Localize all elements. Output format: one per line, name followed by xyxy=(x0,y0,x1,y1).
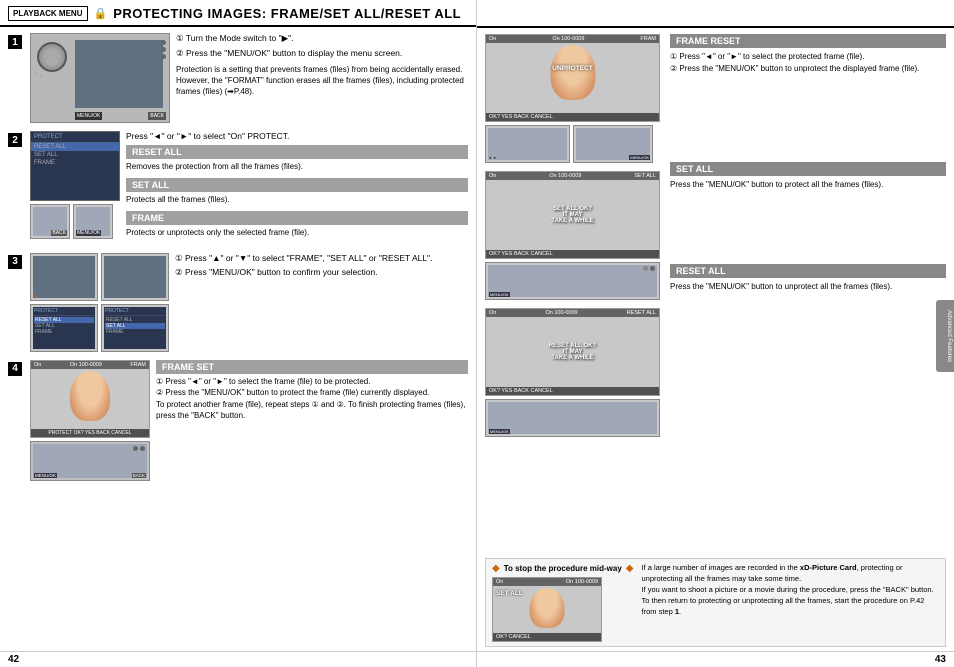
stop-photo: On On 100-0009 SET ALL OK? CANCEL xyxy=(492,577,602,642)
stop-set-all-label: SET ALL xyxy=(496,590,523,597)
step2-menu-screen: PROTECT RESET ALL SET ALL FRAME xyxy=(30,131,120,201)
set-all-section-header: SET ALL xyxy=(670,162,946,176)
set-all-section: SET ALL Press the "MENU/OK" button to pr… xyxy=(670,162,946,191)
frame-reset-section-header: FRAME RESET xyxy=(670,34,946,48)
stop-overlay: OK? CANCEL xyxy=(493,633,601,641)
set-all-cam: MENU/OK xyxy=(485,262,660,300)
page-number-left: 42 xyxy=(0,651,476,667)
set-all-header: SET ALL xyxy=(126,178,468,192)
diamond2-icon: ◆ xyxy=(626,563,634,574)
step-2-number: 2 xyxy=(8,133,22,147)
reset-all-cam: MENU/OK xyxy=(485,399,660,437)
step-4-row: 4 On On 100-0009 FRAM PROTECT OK? YES BA… xyxy=(8,360,468,481)
reset-all-section-text: Press the "MENU/OK" button to unprotect … xyxy=(670,281,946,293)
step1-camera-image: ↑ ↓ MENU/OK BACK xyxy=(30,33,170,123)
reset-all-header: RESET ALL xyxy=(126,145,468,159)
step-4-right: FRAME SET ① Press "◄" or "►" to select t… xyxy=(156,360,468,481)
step-2-content: PROTECT RESET ALL SET ALL FRAME BACK xyxy=(30,131,468,245)
step-1-number: 1 xyxy=(8,35,22,49)
step4-frame-label: FRAM xyxy=(130,362,146,368)
reset-all-photo-block: On On 100-0009 RESET ALL RESET ALL OK? I… xyxy=(485,308,660,437)
set-all-desc: Protects all the frames (files). xyxy=(126,194,468,205)
step4-topbar-left: On xyxy=(34,362,41,368)
reset-all-photo-overlay: OK? YES BACK CANCEL xyxy=(486,387,659,395)
step-1-content: ↑ ↓ MENU/OK BACK ① Turn the Mode switch … xyxy=(30,33,468,123)
step-1-text: ① Turn the Mode switch to "▶". ② Press t… xyxy=(176,33,468,123)
step4-protect-overlay: PROTECT OK? YES BACK CANCEL xyxy=(31,429,149,437)
right-text-col: FRAME RESET ① Press "◄" or "►" to select… xyxy=(670,34,946,552)
frame-reset-cam1: ◄ ► xyxy=(485,125,570,163)
reset-all-section-header: RESET ALL xyxy=(670,264,946,278)
unprotect-label: UNPROTECT xyxy=(486,65,659,72)
reset-all-topbar: On On 100-0009 RESET ALL xyxy=(486,309,659,317)
set-all-topbar: On On 100-0009 SET ALL xyxy=(486,172,659,180)
step-3-number: 3 xyxy=(8,255,22,269)
frame-desc: Protects or unprotects only the selected… xyxy=(126,227,468,238)
step-3-content: ↑↓ PROTECT RESET ALL SET ALL FRAME xyxy=(30,253,468,352)
step-4-content: On On 100-0009 FRAM PROTECT OK? YES BACK… xyxy=(30,360,468,481)
diamond-icon: ◆ xyxy=(492,563,500,574)
set-all-photo: On On 100-0009 SET ALL SET ALL OK? IT MA… xyxy=(485,171,660,259)
reset-all-section: RESET ALL Press the "MENU/OK" button to … xyxy=(670,264,946,293)
right-photo-col: On On 100-0009 FRAM UNPROTECT OK? YES BA… xyxy=(485,34,660,552)
step-2-row: 2 PROTECT RESET ALL SET ALL FRAME xyxy=(8,131,468,245)
set-all-section-text: Press the "MENU/OK" button to protect al… xyxy=(670,179,946,191)
steps-container: 1 ↑ ↓ MENU/OK xyxy=(0,27,476,651)
right-content: On On 100-0009 FRAM UNPROTECT OK? YES BA… xyxy=(477,28,954,558)
playback-menu-badge: PLAYBACK MENU xyxy=(8,6,88,21)
frame-header: FRAME xyxy=(126,211,468,225)
step-1-row: 1 ↑ ↓ MENU/OK xyxy=(8,33,468,123)
frame-set-header: FRAME SET xyxy=(156,360,468,374)
reset-all-center-text: RESET ALL OK? IT MAY TAKE A WHILE xyxy=(549,343,596,361)
frame-reset-section: FRAME RESET ① Press "◄" or "►" to select… xyxy=(670,34,946,74)
step4-photo-top: On On 100-0009 FRAM PROTECT OK? YES BACK… xyxy=(30,360,150,438)
set-all-photo-block: On On 100-0009 SET ALL SET ALL OK? IT MA… xyxy=(485,171,660,300)
step3-camera1-bottom: PROTECT RESET ALL SET ALL FRAME xyxy=(30,304,98,352)
step2-pre-text: Press "◄" or "►" to select "On" PROTECT. xyxy=(126,131,468,141)
step2-camera-back: BACK xyxy=(30,204,70,239)
step3-camera2-bottom: PROTECT RESET ALL SET ALL FRAME xyxy=(101,304,169,352)
step3-camera1-top: ↑↓ xyxy=(30,253,98,301)
bottom-info-box: ◆ To stop the procedure mid-way ◆ On On … xyxy=(485,558,946,647)
step-2-sections: Press "◄" or "►" to select "On" PROTECT.… xyxy=(126,131,468,245)
step4-topbar-mid: On 100-0009 xyxy=(70,362,102,368)
step4-camera-bottom: MENU/OK BACK xyxy=(30,441,150,481)
bottom-info-text: If a large number of images are recorded… xyxy=(642,563,940,642)
stop-photo-container: ◆ To stop the procedure mid-way ◆ On On … xyxy=(492,563,634,642)
step2-camera-ok: MENU/OK xyxy=(73,204,113,239)
step1-arrows: ↑ ↓ xyxy=(34,72,43,79)
frame-reset-topbar: On On 100-0009 FRAM xyxy=(486,35,659,43)
reset-all-photo: On On 100-0009 RESET ALL RESET ALL OK? I… xyxy=(485,308,660,396)
right-header-blank xyxy=(477,0,954,28)
step-3-row: 3 ↑↓ PROTECT RESET ALL xyxy=(8,253,468,352)
frame-set-instructions: ① Press "◄" or "►" to select the frame (… xyxy=(156,376,468,422)
reset-all-desc: Removes the protection from all the fram… xyxy=(126,161,468,172)
step-4-number: 4 xyxy=(8,362,22,376)
frame-reset-section-text: ① Press "◄" or "►" to select the protect… xyxy=(670,51,946,74)
step3-camera2-top xyxy=(101,253,169,301)
frame-reset-cam2: MENU/OK xyxy=(573,125,653,163)
step-3-text: ① Press "▲" or "▼" to select "FRAME", "S… xyxy=(175,253,468,352)
page-title: PROTECTING IMAGES: FRAME/SET ALL/RESET A… xyxy=(113,6,461,21)
page-number-right: 43 xyxy=(477,651,954,667)
set-all-overlay: OK? YES BACK CANCEL xyxy=(486,250,659,258)
frame-reset-overlay: OK? YES BACK CANCEL xyxy=(486,113,659,121)
side-tab: Advanced Features xyxy=(936,300,954,372)
page-header: PLAYBACK MENU 🔒 PROTECTING IMAGES: FRAME… xyxy=(0,0,476,27)
frame-reset-photo: On On 100-0009 FRAM UNPROTECT OK? YES BA… xyxy=(485,34,660,122)
stop-label: To stop the procedure mid-way xyxy=(504,564,622,573)
lock-icon: 🔒 xyxy=(94,7,108,20)
set-all-center-text: SET ALL OK? IT MAY TAKE A WHILE xyxy=(551,206,593,224)
frame-reset-photo-block: On On 100-0009 FRAM UNPROTECT OK? YES BA… xyxy=(485,34,660,163)
stop-photo-topbar: On On 100-0009 xyxy=(493,578,601,586)
